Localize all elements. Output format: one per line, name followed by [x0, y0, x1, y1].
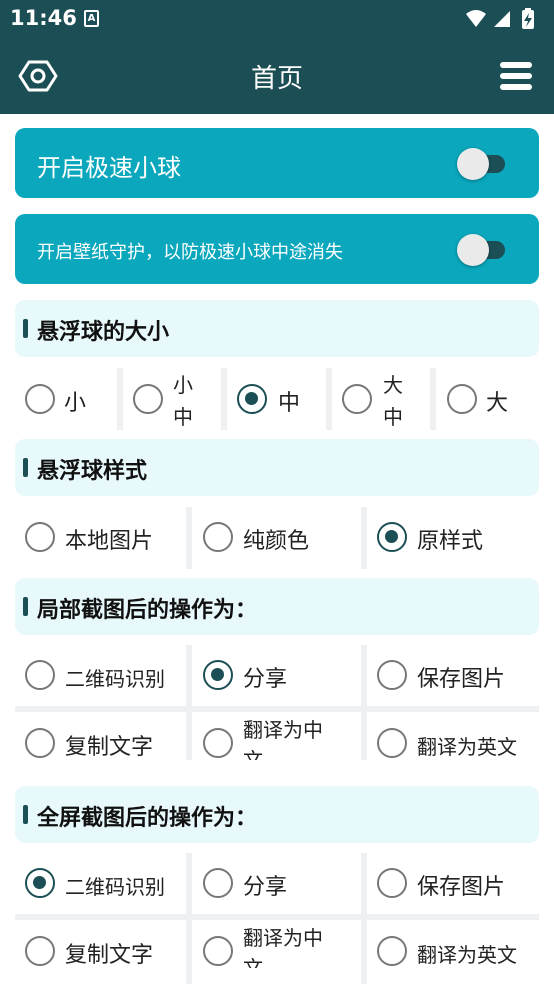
- radio-button[interactable]: [377, 936, 407, 966]
- radio-button[interactable]: [203, 936, 233, 966]
- section-full-action: 全屏截图后的操作为：: [15, 786, 539, 843]
- radio-button[interactable]: [25, 936, 55, 966]
- option-label: 纯颜色: [243, 529, 310, 554]
- section-title: 局部截图后的操作为：: [37, 598, 258, 623]
- page-title: 首页: [250, 64, 303, 94]
- option-label: 保存图片: [417, 875, 506, 900]
- option-label-clip: 翻译为中 文: [243, 920, 353, 968]
- section-marker: [23, 805, 28, 824]
- radio-button-selected[interactable]: [203, 660, 233, 690]
- toggle-card-floating-ball[interactable]: 开启极速小球: [15, 128, 539, 198]
- option-label-clip: 翻译为中 文: [243, 712, 353, 760]
- section-title: 悬浮球样式: [37, 459, 148, 484]
- option-label: 复制文字: [65, 943, 154, 968]
- option-label: 翻译为英文: [417, 943, 517, 967]
- section-partial-action: 局部截图后的操作为：: [15, 578, 539, 635]
- status-icons: [464, 8, 544, 34]
- section-marker: [23, 458, 28, 477]
- option-label: 原样式: [417, 529, 484, 554]
- option-label-line1: 翻译为中: [243, 926, 323, 950]
- radio-button-selected[interactable]: [237, 384, 267, 414]
- radio-button[interactable]: [133, 384, 163, 414]
- option-label: 二维码识别: [65, 667, 165, 691]
- radio-button[interactable]: [25, 384, 55, 414]
- option-label: 本地图片: [65, 529, 154, 554]
- radio-button[interactable]: [377, 660, 407, 690]
- menu-button[interactable]: [498, 58, 534, 94]
- radio-button[interactable]: [25, 522, 55, 552]
- section-title: 悬浮球的大小: [37, 320, 170, 345]
- status-time: 11:46: [10, 6, 77, 30]
- divider: [117, 368, 123, 430]
- option-label: 中: [278, 391, 301, 416]
- section-marker: [23, 319, 28, 338]
- radio-button[interactable]: [25, 728, 55, 758]
- menu-icon: [500, 62, 532, 90]
- radio-button-selected[interactable]: [377, 522, 407, 552]
- option-label-line2: 文: [243, 956, 263, 968]
- option-label-line2: 中: [383, 405, 403, 429]
- option-label-line1: 小: [173, 373, 193, 397]
- notification-icon: A: [84, 10, 99, 27]
- option-label: 小: [64, 391, 87, 416]
- option-label: 大: [486, 391, 509, 416]
- section-ball-style: 悬浮球样式: [15, 439, 539, 496]
- divider: [430, 368, 436, 430]
- option-label: 复制文字: [65, 735, 154, 760]
- switch-knob: [457, 234, 489, 266]
- option-label: 翻译为英文: [417, 735, 517, 759]
- radio-button[interactable]: [203, 522, 233, 552]
- option-label-line1: 大: [383, 373, 403, 397]
- section-marker: [23, 597, 28, 616]
- radio-button[interactable]: [203, 728, 233, 758]
- option-label: 分享: [243, 667, 288, 692]
- option-label-line2: 文: [243, 748, 263, 760]
- radio-button-selected[interactable]: [25, 868, 55, 898]
- option-label: 二维码识别: [65, 875, 165, 899]
- app-bar: 首页: [0, 38, 554, 114]
- option-label-line1: 翻译为中: [243, 718, 323, 742]
- toggle-label-floating-ball: 开启极速小球: [37, 154, 181, 182]
- radio-button[interactable]: [25, 660, 55, 690]
- option-label: 保存图片: [417, 667, 506, 692]
- status-bar: 11:46 A: [0, 0, 554, 38]
- radio-button[interactable]: [377, 868, 407, 898]
- option-label: 分享: [243, 875, 288, 900]
- divider: [326, 368, 332, 430]
- floating-ball-switch[interactable]: [457, 145, 509, 181]
- divider: [361, 507, 367, 569]
- toggle-label-wallpaper-guard: 开启壁纸守护，以防极速小球中途消失: [37, 242, 343, 263]
- switch-knob: [457, 148, 489, 180]
- radio-button[interactable]: [447, 384, 477, 414]
- radio-button[interactable]: [377, 728, 407, 758]
- toggle-card-wallpaper-guard[interactable]: 开启壁纸守护，以防极速小球中途消失: [15, 214, 539, 284]
- radio-button[interactable]: [342, 384, 372, 414]
- divider: [361, 645, 367, 760]
- section-title: 全屏截图后的操作为：: [37, 806, 258, 831]
- divider: [221, 368, 227, 430]
- wifi-signal-battery-icon: [466, 8, 534, 29]
- divider: [186, 645, 192, 760]
- option-label-line2: 中: [173, 405, 193, 429]
- divider: [186, 507, 192, 569]
- section-ball-size: 悬浮球的大小: [15, 300, 539, 357]
- radio-button[interactable]: [203, 868, 233, 898]
- wallpaper-guard-switch[interactable]: [457, 231, 509, 267]
